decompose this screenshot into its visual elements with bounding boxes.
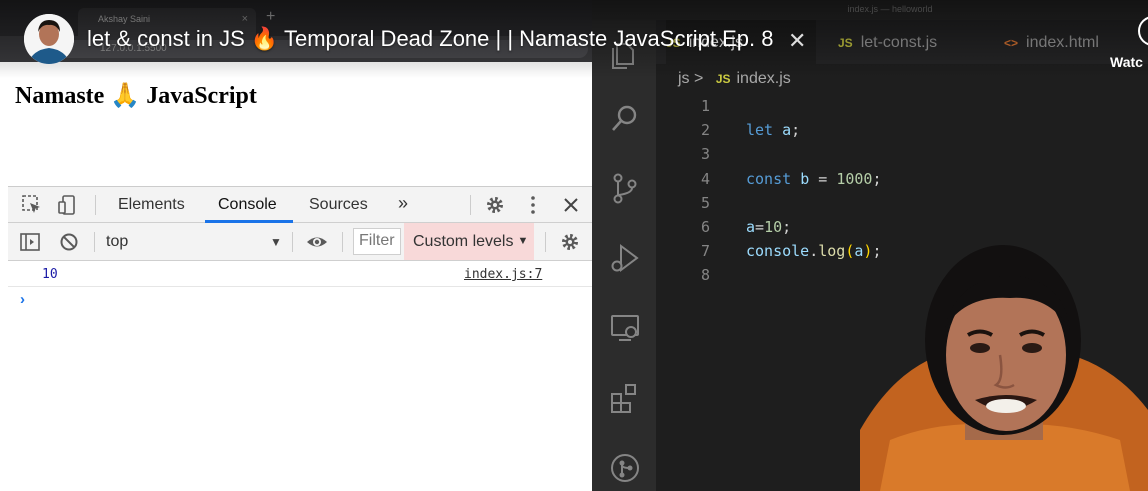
chevron-down-icon[interactable]: ▼	[270, 235, 282, 249]
tab-console[interactable]: Console	[218, 196, 277, 214]
line-number: 7	[700, 242, 710, 261]
line-number: 4	[700, 169, 710, 188]
watch-later-label[interactable]: Watc	[1110, 54, 1143, 70]
code-line: 1	[656, 94, 1148, 118]
device-toolbar-icon[interactable]	[56, 194, 78, 216]
context-selector[interactable]: top	[106, 233, 128, 251]
console-log-row: 10 index.js:7	[8, 261, 592, 287]
line-number: 3	[700, 145, 710, 164]
sidebar-toggle-icon[interactable]	[19, 231, 41, 253]
code-text: a=10;	[746, 217, 792, 236]
line-number: 8	[700, 266, 710, 285]
breadcrumb: js > JS index.js	[678, 70, 791, 88]
eye-icon[interactable]	[306, 231, 328, 253]
vscode-window-title: index.js — helloworld	[592, 0, 1148, 20]
remote-explorer-icon[interactable]	[609, 312, 641, 344]
source-control-icon[interactable]	[609, 172, 641, 204]
editor-tab-label: let-const.js	[860, 34, 938, 51]
breadcrumb-file[interactable]: index.js	[737, 70, 791, 87]
console-settings-gear-icon[interactable]	[559, 231, 581, 253]
inspect-element-icon[interactable]	[21, 194, 43, 216]
divider	[342, 232, 343, 252]
extensions-icon[interactable]	[609, 382, 641, 414]
code-line: 2 let a;	[656, 118, 1148, 142]
divider	[470, 195, 471, 215]
html-file-icon: <>	[1004, 36, 1019, 50]
editor-tab-let-const-js[interactable]: JS let-const.js	[838, 20, 937, 64]
chevron-down-icon: ▼	[517, 235, 529, 247]
console-toolbar: top ▼ Filter Custom levels ▼	[8, 223, 592, 261]
devtools-tabbar: Elements Console Sources »	[8, 187, 592, 223]
line-number: 2	[700, 121, 710, 140]
line-number: 6	[700, 217, 710, 236]
code-line: 4 const b = 1000;	[656, 167, 1148, 191]
js-file-icon: JS	[715, 72, 731, 86]
kebab-menu-icon[interactable]	[522, 194, 544, 216]
tab-sources[interactable]: Sources	[309, 196, 368, 214]
log-levels-dropdown[interactable]: Custom levels ▼	[404, 223, 534, 260]
new-tab-button[interactable]: +	[266, 8, 275, 26]
page-heading: Namaste 🙏 JavaScript	[15, 83, 257, 109]
code-text: let a;	[746, 121, 801, 140]
divider	[292, 232, 293, 252]
breadcrumb-separator: >	[694, 70, 704, 87]
settings-gear-icon[interactable]	[484, 194, 506, 216]
divider	[94, 232, 95, 252]
editor-tab-label: index.html	[1026, 34, 1099, 51]
devtools-panel: Elements Console Sources » top ▼ Filter …	[8, 186, 592, 491]
browser-tab-title: Akshay Saini	[98, 14, 151, 24]
filter-input[interactable]: Filter	[353, 228, 401, 255]
log-levels-label: Custom levels	[413, 233, 514, 250]
editor-tab-index-html[interactable]: <> index.html	[1004, 20, 1099, 64]
line-number: 1	[700, 97, 710, 115]
console-log-value: 10	[42, 267, 58, 282]
web-page: Namaste 🙏 JavaScript	[8, 62, 592, 186]
video-title[interactable]: let & const in JS 🔥 Temporal Dead Zone |…	[87, 26, 774, 52]
console-log-source-link[interactable]: index.js:7	[464, 267, 542, 282]
search-icon[interactable]	[609, 102, 641, 134]
clear-console-icon[interactable]	[58, 231, 80, 253]
breadcrumb-folder[interactable]: js	[678, 70, 690, 87]
presenter-webcam	[860, 245, 1148, 491]
browser-window: Akshay Saini × + 127.0.0.1:5500 Namaste …	[0, 0, 592, 491]
divider	[95, 195, 96, 215]
activity-bar	[592, 20, 656, 491]
run-debug-icon[interactable]	[609, 242, 641, 274]
code-line: 3	[656, 142, 1148, 166]
git-graph-icon[interactable]	[609, 452, 641, 484]
code-text: const b = 1000;	[746, 169, 882, 188]
more-tabs-icon[interactable]: »	[398, 193, 408, 214]
console-prompt[interactable]: ›	[20, 291, 25, 308]
js-file-icon: JS	[838, 36, 853, 50]
close-overlay-icon[interactable]: ✕	[788, 28, 806, 54]
tab-elements[interactable]: Elements	[118, 196, 185, 214]
channel-avatar[interactable]	[24, 14, 74, 64]
code-line: 5	[656, 191, 1148, 215]
screen: Akshay Saini × + 127.0.0.1:5500 Namaste …	[0, 0, 1148, 491]
tab-close-icon[interactable]: ×	[242, 13, 248, 25]
line-number: 5	[700, 193, 710, 212]
divider	[545, 232, 546, 252]
close-devtools-icon[interactable]	[560, 194, 582, 216]
